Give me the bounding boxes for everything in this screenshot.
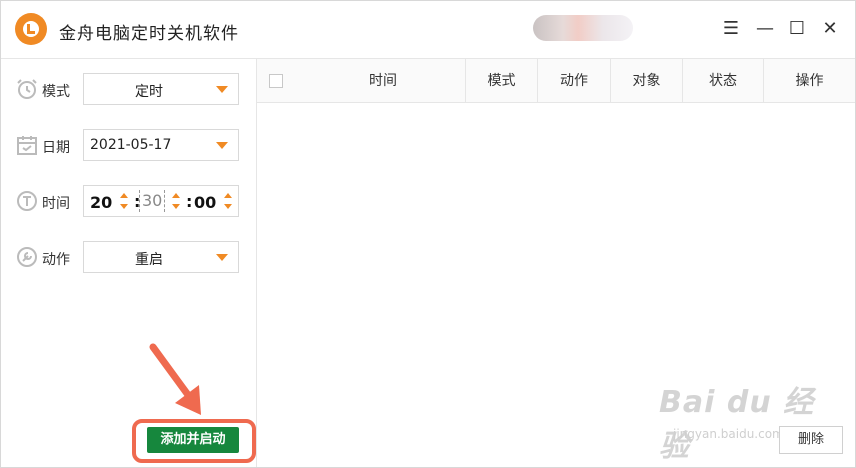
mode-row: 模式 定时 xyxy=(15,73,255,107)
date-row: 日期 2021-05-17 xyxy=(15,129,255,163)
mode-label: 模式 xyxy=(42,84,70,100)
time-row: 时间 20 : 30 : 00 xyxy=(15,185,255,219)
caret-down-icon xyxy=(216,254,228,261)
mode-value: 定时 xyxy=(135,84,163,100)
minute-value[interactable]: 30 xyxy=(139,190,166,212)
date-value: 2021-05-17 xyxy=(90,137,172,153)
time-separator: : xyxy=(186,192,193,211)
hour-spinner-icon[interactable] xyxy=(120,191,128,213)
action-row: 动作 重启 xyxy=(15,241,255,275)
minute-spinner-icon[interactable] xyxy=(172,191,180,213)
clock-icon xyxy=(17,191,37,211)
app-logo-icon xyxy=(15,13,47,45)
app-window: 金舟电脑定时关机软件 ☰ — ☐ ✕ 模式 定时 日期 2021-05-17 时… xyxy=(0,0,856,468)
caret-down-icon xyxy=(216,86,228,93)
select-all-checkbox[interactable] xyxy=(269,74,283,88)
calendar-icon xyxy=(17,136,37,155)
second-value[interactable]: 00 xyxy=(194,193,216,212)
time-label: 时间 xyxy=(42,196,70,212)
minimize-icon[interactable]: — xyxy=(753,17,777,41)
column-header-mode: 模式 xyxy=(465,59,537,103)
column-header-operation: 操作 xyxy=(763,59,855,103)
time-input[interactable]: 20 : 30 : 00 xyxy=(83,185,239,217)
column-header-action: 动作 xyxy=(537,59,610,103)
add-and-start-button[interactable]: 添加并启动 xyxy=(147,427,239,453)
hour-value[interactable]: 20 xyxy=(90,193,112,212)
watermark-sub-text: jingyan.baidu.com xyxy=(673,427,784,441)
menu-icon[interactable]: ☰ xyxy=(719,17,743,41)
date-label: 日期 xyxy=(42,140,70,156)
settings-panel: 模式 定时 日期 2021-05-17 时间 20: 30: 00 动作 重… xyxy=(1,59,257,467)
second-spinner-icon[interactable] xyxy=(224,191,232,213)
wrench-icon xyxy=(17,247,37,267)
caret-down-icon xyxy=(216,142,228,149)
action-label: 动作 xyxy=(42,252,70,268)
alarm-clock-icon xyxy=(17,79,37,99)
mode-select[interactable]: 定时 xyxy=(83,73,239,105)
column-header-status: 状态 xyxy=(682,59,763,103)
column-header-time: 时间 xyxy=(369,73,397,89)
column-header-target: 对象 xyxy=(610,59,682,103)
app-title: 金舟电脑定时关机软件 xyxy=(59,24,239,44)
action-value: 重启 xyxy=(135,252,163,268)
blurred-user-avatar xyxy=(533,15,633,41)
maximize-icon[interactable]: ☐ xyxy=(785,17,809,41)
close-icon[interactable]: ✕ xyxy=(818,17,842,41)
schedule-table-panel: 时间 模式 动作 对象 状态 操作 Bai du 经验 jingyan.baid… xyxy=(257,59,855,467)
title-bar: 金舟电脑定时关机软件 ☰ — ☐ ✕ xyxy=(1,1,855,59)
table-header: 时间 模式 动作 对象 状态 操作 xyxy=(257,59,855,103)
action-select[interactable]: 重启 xyxy=(83,241,239,273)
date-select[interactable]: 2021-05-17 xyxy=(83,129,239,161)
delete-button[interactable]: 删除 xyxy=(779,426,843,454)
annotation-arrow-icon xyxy=(149,343,201,415)
